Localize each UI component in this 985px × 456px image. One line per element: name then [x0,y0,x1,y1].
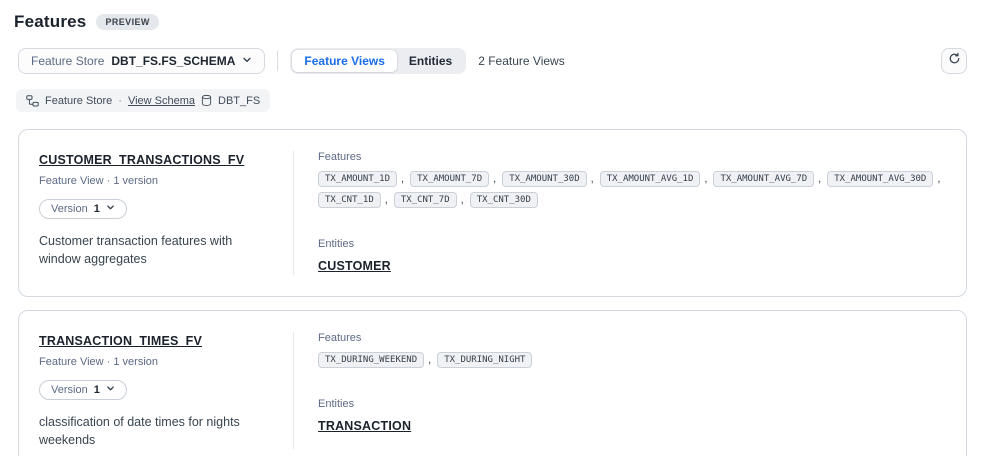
features-section-label: Features [318,332,946,344]
feature-chip: TX_CNT_7D [394,192,457,208]
chip-separator: , [818,173,821,185]
preview-badge: PREVIEW [96,14,158,30]
features-page: Features PREVIEW Feature Store DBT_FS.FS… [0,0,985,456]
feature-chip: TX_DURING_NIGHT [437,352,532,368]
refresh-icon [948,52,961,70]
version-dropdown[interactable]: Version 1 [39,199,127,219]
chip-separator: , [428,354,431,366]
feature-chip: TX_AMOUNT_AVG_1D [600,171,701,187]
feature-view-description: classification of date times for nights … [39,414,277,449]
version-value: 1 [94,203,100,215]
refresh-button[interactable] [941,48,967,74]
view-segmented-control: Feature Views Entities [290,48,466,74]
tab-feature-views[interactable]: Feature Views [292,50,396,72]
feature-view-card: CUSTOMER_TRANSACTIONS_FV Feature View · … [18,129,967,297]
features-section-label: Features [318,151,946,163]
feature-chip-list: TX_AMOUNT_1D, TX_AMOUNT_7D, TX_AMOUNT_30D,… [318,171,946,208]
feature-view-list: CUSTOMER_TRANSACTIONS_FV Feature View · … [18,129,967,456]
feature-store-dropdown[interactable]: Feature Store DBT_FS.FS_SCHEMA [18,48,265,74]
chip-separator: , [401,173,404,185]
page-title: Features [14,12,86,32]
toolbar: Feature Store DBT_FS.FS_SCHEMA Feature V… [18,48,967,74]
toolbar-divider [277,51,278,71]
version-value: 1 [94,384,100,396]
chip-separator: , [461,194,464,206]
breadcrumb: Feature Store · View Schema DBT_FS [16,89,270,112]
card-detail: Features TX_DURING_WEEKEND, TX_DURING_NIG… [294,332,946,449]
feature-chip: TX_AMOUNT_7D [410,171,489,187]
breadcrumb-root: Feature Store [45,95,112,107]
feature-store-value: DBT_FS.FS_SCHEMA [111,54,235,68]
card-summary: CUSTOMER_TRANSACTIONS_FV Feature View · … [39,151,293,275]
chevron-down-icon [106,203,115,215]
version-label: Version [51,384,88,396]
entities-section-label: Entities [318,238,946,250]
entity-link[interactable]: TRANSACTION [318,419,411,433]
chip-separator: , [385,194,388,206]
chip-separator: , [493,173,496,185]
version-label: Version [51,203,88,215]
feature-view-description: Customer transaction features with windo… [39,233,277,268]
chevron-down-icon [242,54,252,68]
feature-chip: TX_AMOUNT_AVG_30D [827,171,933,187]
feature-store-label: Feature Store [31,54,104,68]
feature-chip: TX_AMOUNT_1D [318,171,397,187]
chip-separator: , [591,173,594,185]
chip-separator: , [704,173,707,185]
feature-chip: TX_DURING_WEEKEND [318,352,424,368]
entities-section-label: Entities [318,398,946,410]
feature-chip: TX_AMOUNT_AVG_7D [713,171,814,187]
feature-chip: TX_CNT_1D [318,192,381,208]
feature-view-card: TRANSACTION_TIMES_FV Feature View · 1 ve… [18,310,967,456]
chip-separator: , [937,173,940,185]
feature-views-count: 2 Feature Views [478,54,565,68]
feature-view-meta: Feature View · 1 version [39,356,277,368]
entities-section: Entities CUSTOMER [318,238,946,275]
breadcrumb-separator: · [118,95,122,107]
card-summary: TRANSACTION_TIMES_FV Feature View · 1 ve… [39,332,293,449]
feature-chip: TX_CNT_30D [470,192,538,208]
feature-view-title-link[interactable]: TRANSACTION_TIMES_FV [39,334,202,348]
tab-entities[interactable]: Entities [397,50,464,72]
feature-view-meta: Feature View · 1 version [39,175,277,187]
schema-icon [26,95,39,107]
page-header: Features PREVIEW [14,12,967,32]
version-dropdown[interactable]: Version 1 [39,380,127,400]
feature-view-title-link[interactable]: CUSTOMER_TRANSACTIONS_FV [39,153,244,167]
chevron-down-icon [106,384,115,396]
feature-chip: TX_AMOUNT_30D [502,171,586,187]
feature-chip-list: TX_DURING_WEEKEND, TX_DURING_NIGHT [318,352,946,368]
database-icon [201,94,212,107]
view-schema-link[interactable]: View Schema [128,95,195,107]
entity-link[interactable]: CUSTOMER [318,259,391,273]
breadcrumb-database: DBT_FS [218,95,260,107]
entities-section: Entities TRANSACTION [318,398,946,435]
card-detail: Features TX_AMOUNT_1D,TX_AMOUNT_7D,TX_AM… [294,151,946,275]
